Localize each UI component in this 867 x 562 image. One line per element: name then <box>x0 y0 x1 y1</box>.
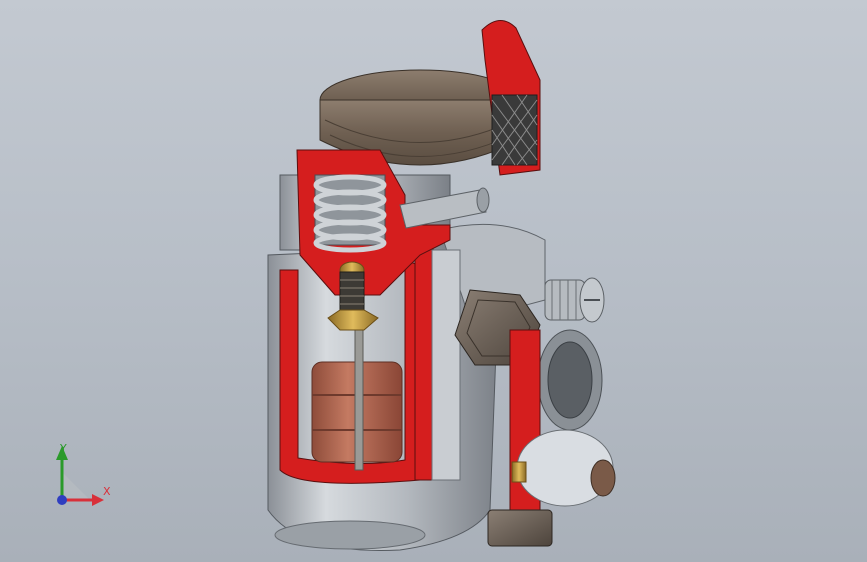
y-axis-label: Y <box>60 442 67 455</box>
coordinate-triad: Y X <box>40 438 120 518</box>
3d-viewport[interactable]: Y X <box>0 0 867 562</box>
carburetor-section-model[interactable] <box>0 0 867 562</box>
float-needle <box>354 329 364 471</box>
adjustment-screw <box>544 277 605 323</box>
x-axis-label: X <box>103 485 111 498</box>
triad-axes <box>56 446 104 506</box>
lower-bulb <box>516 429 616 507</box>
